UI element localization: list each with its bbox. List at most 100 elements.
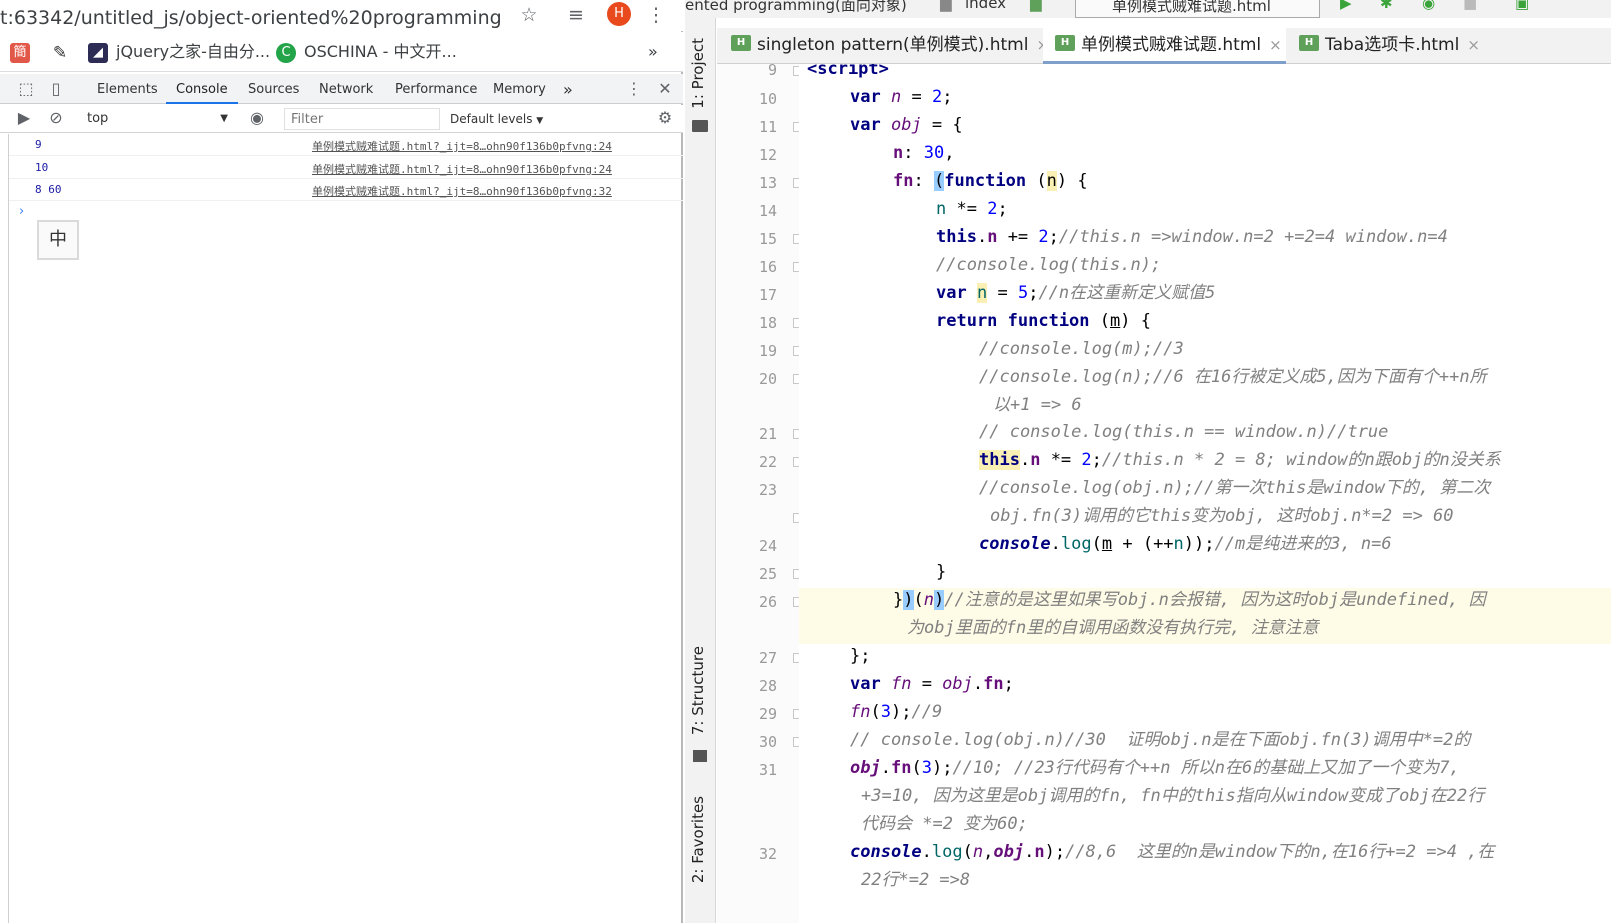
code-line-19: //console.log(m);//3 [979, 336, 1184, 363]
clear-console-icon[interactable]: ⊘ [46, 108, 66, 128]
close-tab-icon[interactable]: × [1467, 36, 1480, 54]
star-icon[interactable]: ☆ [518, 4, 540, 26]
line-number: 11 [758, 118, 777, 136]
code-line-20: //console.log(n);//6 在16行被定义成5,因为下面有个++n… [979, 364, 1487, 391]
log-message: 8 60 [35, 183, 62, 196]
log-source-link[interactable]: 单例模式贼难试题.html?_ijt=8…ohn90f136b0pfvng:24 [312, 138, 612, 154]
kebab-menu-icon[interactable]: ⋮ [645, 4, 667, 26]
console-prompt[interactable]: › [19, 204, 24, 219]
code-comment: //console.log(this.n); [936, 255, 1162, 275]
eye-icon[interactable]: ◉ [247, 108, 267, 128]
line-number: 21 [758, 425, 777, 443]
code-comment: //console.log(obj.n);//第一次this是window下的,… [979, 478, 1491, 498]
bookmark-pen[interactable]: ✎ [50, 40, 78, 64]
editor-tab-singleton[interactable]: Hsingleton pattern(单例模式).html× [731, 28, 1049, 64]
line-number: 19 [758, 342, 777, 360]
line-number: 32 [758, 845, 777, 863]
code-editor[interactable]: <script> var n = 2; var obj = { n: 30, f… [799, 64, 1611, 923]
code-comment: 为obj里面的fn里的自调用函数没有执行完, 注意注意 [907, 618, 1319, 638]
code-line-23-wrap: obj.fn(3)调用的它this变为obj, 这时obj.n*=2 => 60 [990, 503, 1454, 530]
tool-window-structure[interactable]: 7: Structure [689, 646, 707, 735]
line-number: 24 [758, 537, 777, 555]
breadcrumb-index[interactable]: index [965, 0, 1006, 12]
bookmark-jianshu[interactable]: 簡 [10, 40, 38, 64]
code-comment: //this.n * 2 = 8; window的n跟obj的n没关系 [1101, 450, 1501, 470]
code-line-15: this.n += 2;//this.n =>window.n=2 +=2=4 … [936, 227, 1448, 247]
address-bar[interactable]: t:63342/untitled_js/object-oriented%20pr… [0, 0, 683, 31]
debug-icon[interactable]: ✱ [1380, 0, 1393, 12]
code-line-11: var obj = { [850, 115, 963, 135]
log-row: 9 单例模式贼难试题.html?_ijt=8…ohn90f136b0pfvng:… [9, 134, 683, 156]
code-comment: //console.log(m);//3 [979, 339, 1184, 359]
code-line-32: console.log(n,obj.n);//8,6 这里的n是window下的… [850, 842, 1495, 862]
line-number: 28 [758, 677, 777, 695]
breadcrumb-project[interactable]: ented programming(面向对象) [685, 0, 907, 15]
tab-network[interactable]: Network [319, 74, 373, 104]
line-number: 13 [758, 174, 777, 192]
media-queue-icon[interactable]: ≡ [565, 4, 587, 26]
line-number: 16 [758, 258, 777, 276]
line-number: 23 [758, 481, 777, 499]
coverage-icon[interactable]: ◉ [1422, 0, 1435, 12]
code-comment: // console.log(this.n == window.n)//true [979, 422, 1389, 442]
tab-elements[interactable]: Elements [97, 74, 158, 104]
tab-console[interactable]: Console [166, 74, 238, 104]
log-row: 10 单例模式贼难试题.html?_ijt=8…ohn90f136b0pfvng… [9, 157, 683, 179]
html-file-icon: ▆ [1030, 0, 1042, 12]
jquery-icon: ◢ [88, 42, 108, 63]
run-config-select[interactable]: 单例模式贼难试题.html [1075, 0, 1320, 18]
device-toolbar-icon[interactable]: ▯ [46, 79, 66, 99]
code-comment: //9 [911, 702, 943, 722]
url-text[interactable]: t:63342/untitled_js/object-oriented%20pr… [0, 3, 500, 30]
tool-window-stripe: 1: Project 7: Structure 2: Favorites [685, 18, 716, 923]
bookmarks-more[interactable]: » [648, 40, 658, 64]
editor-tab-active[interactable]: H 单例模式贼难试题.html × [1043, 28, 1286, 64]
stop-icon[interactable]: ■ [1463, 0, 1477, 12]
sidebar-toggle-icon[interactable]: ▶ [14, 108, 34, 128]
close-devtools-icon[interactable]: ✕ [655, 79, 675, 99]
bookmark-oschina[interactable]: C OSCHINA - 中文开... [276, 40, 457, 64]
log-source-link[interactable]: 单例模式贼难试题.html?_ijt=8…ohn90f136b0pfvng:32 [312, 183, 612, 199]
script-tag: <script> [807, 64, 889, 79]
devtools-menu-icon[interactable]: ⋮ [624, 79, 644, 99]
tool-window-favorites[interactable]: 2: Favorites [689, 796, 707, 883]
run-icon[interactable]: ▶ [1340, 0, 1352, 12]
ime-indicator: 中 [37, 220, 79, 260]
code-line-13: fn: (function (n) { [893, 171, 1088, 191]
line-number: 26 [758, 593, 777, 611]
code-line-18: return function (m) { [936, 311, 1151, 331]
html-file-icon: H [731, 35, 751, 51]
devtools-tabbar: ⬚ ▯ Elements Console Sources Network Per… [0, 74, 683, 104]
profile-avatar[interactable]: H [607, 2, 631, 26]
bookmark-jquery[interactable]: ◢ jQuery之家-自由分... [88, 40, 270, 64]
log-levels-select[interactable]: Default levels ▼ [450, 108, 543, 130]
line-number: 12 [758, 146, 777, 164]
tab-sources[interactable]: Sources [248, 74, 299, 104]
code-line-12: n: 30, [893, 143, 955, 163]
editor-tabbar: Hsingleton pattern(单例模式).html× H单例模式贼难试题… [717, 28, 1611, 64]
chevron-down-icon: ▼ [220, 113, 228, 124]
settings-gear-icon[interactable]: ⚙ [655, 108, 675, 128]
ide-window: ented programming(面向对象) ▆ index ▆ 单例模式贼难… [685, 0, 1611, 923]
line-number: 25 [758, 565, 777, 583]
code-line-28: var fn = obj.fn; [850, 674, 1014, 694]
tool-window-project[interactable]: 1: Project [689, 38, 707, 109]
tab-memory[interactable]: Memory [493, 74, 546, 104]
tab-performance[interactable]: Performance [395, 74, 477, 104]
line-number: 15 [758, 230, 777, 248]
code-line-31-wrap: 代码会 *=2 变为60; [861, 811, 1028, 838]
code-comment: obj.fn(3)调用的它this变为obj, 这时obj.n*=2 => 60 [990, 506, 1454, 526]
editor-tab-taba[interactable]: H Taba选项卡.html × [1299, 28, 1480, 64]
code-line-14: n *= 2; [936, 199, 1008, 219]
code-line-20-wrap: 以+1 => 6 [993, 392, 1082, 419]
close-tab-icon[interactable]: × [1269, 36, 1282, 54]
log-source-link[interactable]: 单例模式贼难试题.html?_ijt=8…ohn90f136b0pfvng:24 [312, 161, 612, 177]
html-file-icon: H [1299, 35, 1319, 51]
code-comment: //8,6 这里的n是window下的n,在16行+=2 =>4 ,在 [1065, 842, 1495, 862]
inspect-element-icon[interactable]: ⬚ [16, 79, 36, 99]
html-file-icon: H [1055, 35, 1075, 51]
run-browser-icon[interactable]: ▣ [1515, 0, 1529, 12]
filter-input[interactable] [284, 108, 440, 130]
context-select[interactable]: top ▼ [80, 108, 232, 130]
tabs-overflow[interactable]: » [563, 74, 573, 104]
